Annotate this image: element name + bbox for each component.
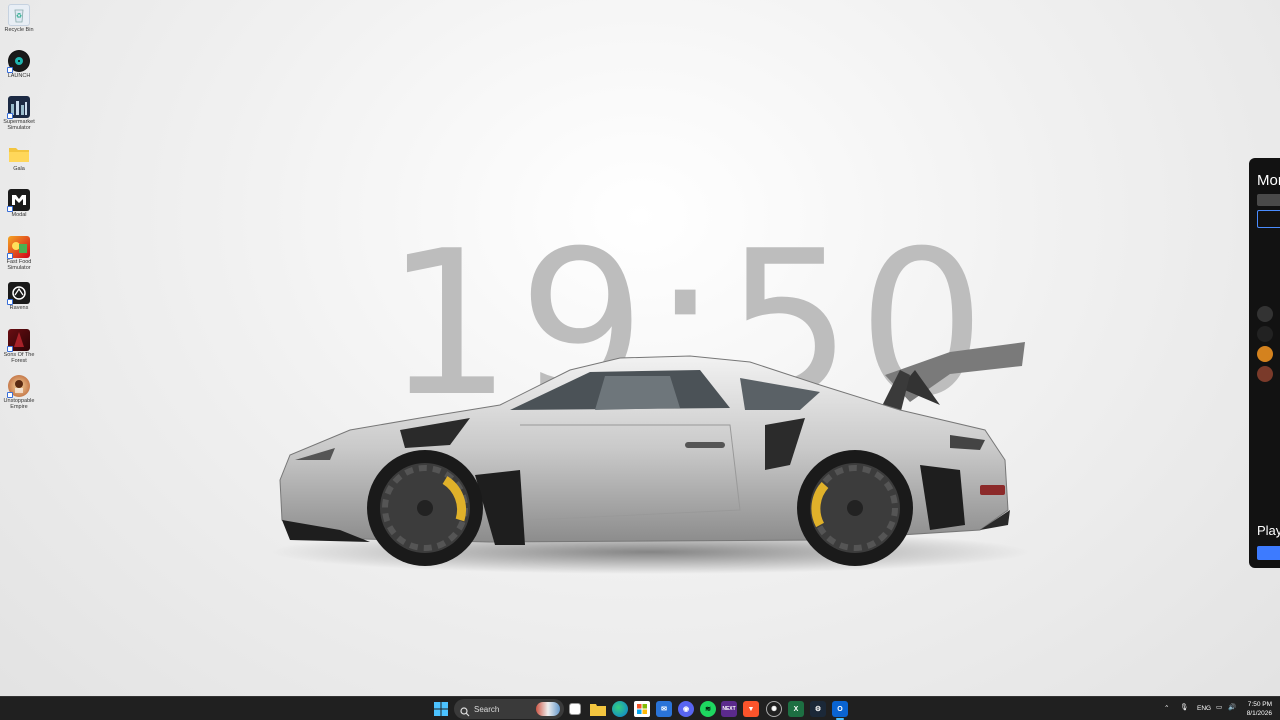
supermarket-icon [7,96,30,119]
ravens-icon [7,282,30,305]
desktop-icon-sons-of-the-forest[interactable]: Sons Of The Forest [0,329,38,364]
desktop-icon-label: Fast Food Simulator [6,259,32,271]
language-indicator[interactable]: ENG [1197,705,1211,712]
desktop-icon-label: Gala [13,166,25,172]
avatar[interactable] [1257,306,1273,322]
desktop-icon-label: Unstoppable Empire [3,398,35,410]
sons-of-the-forest-icon [7,329,30,352]
volume-icon[interactable]: 🔊 [1228,703,1236,711]
desktop-icon-label: Modal [11,212,27,218]
svg-text:♻: ♻ [16,13,22,20]
game-icon [7,375,30,398]
fast-food-icon [7,236,30,259]
folder-icon [8,143,30,165]
desktop-icon-label: Recycle Bin [4,27,34,33]
taskbar: Search ✉ ◉ ≋ NEXT ▼ ✺ X ⚙ O ⌃ 🎙 ENG ▭ 🔊 … [0,696,1280,720]
file-explorer-icon[interactable] [590,701,606,717]
avatar[interactable] [1257,366,1273,382]
store-icon[interactable] [634,701,650,717]
search-highlight-image [536,702,560,716]
wallpaper-car-image [270,342,1030,574]
task-view-icon[interactable] [569,703,581,715]
desktop-icon-unstoppable-empire[interactable]: Unstoppable Empire [0,375,38,410]
tray-clock[interactable]: 7:50 PM 8/1/2026 [1242,700,1272,718]
brave-icon[interactable]: ▼ [743,701,759,717]
desktop-icon-launch[interactable]: LAUNCH [0,50,38,79]
panel-play-label: Play [1257,523,1280,538]
desktop-icon-label: Supermarket Simulator [3,119,35,131]
recycle-bin-icon: ♻ [8,4,30,26]
panel-input[interactable] [1257,210,1280,228]
search-label: Search [474,704,500,714]
panel-bar [1257,194,1280,206]
panel-play-button[interactable] [1257,546,1280,560]
nextjs-icon[interactable]: NEXT [721,701,737,717]
side-app-panel[interactable]: Mor Play [1249,158,1280,568]
desktop-icon-label: Sons Of The Forest [3,352,35,364]
tray-time: 7:50 PM [1247,701,1272,708]
desktop-icon-fast-food-simulator[interactable]: Fast Food Simulator [0,236,38,271]
tray-overflow-chevron-icon[interactable]: ⌃ [1164,704,1169,712]
windows-start-icon[interactable] [433,701,449,717]
tray-date: 8/1/2026 [1246,710,1272,717]
spotify-icon[interactable]: ≋ [700,701,716,717]
desktop-icon-gala[interactable]: Gala [0,143,38,172]
panel-title: Mor [1257,172,1280,189]
desktop-icon-label: LAUNCH [7,73,31,79]
search-icon [460,704,470,717]
chatgpt-icon[interactable]: ✺ [766,701,782,717]
avatar[interactable] [1257,346,1273,362]
desktop-icon-label: Ravens [9,305,29,311]
outlook-icon[interactable]: O [832,701,848,717]
edge-icon[interactable] [612,701,628,717]
excel-icon[interactable]: X [788,701,804,717]
modal-logo-icon [7,189,30,212]
desktop-icon-supermarket-simulator[interactable]: Supermarket Simulator [0,96,38,131]
mail-icon[interactable]: ✉ [656,701,672,717]
desktop-icon-ravens[interactable]: Ravens [0,282,38,311]
desktop-icon-recycle-bin[interactable]: ♻ Recycle Bin [0,4,38,33]
network-icon[interactable]: ▭ [1216,703,1222,711]
steam-icon[interactable]: ⚙ [810,701,826,717]
taskbar-search[interactable]: Search [454,699,564,719]
discord-icon[interactable]: ◉ [678,701,694,717]
avatar[interactable] [1257,326,1273,342]
vinyl-disc-icon [7,50,30,73]
microphone-icon[interactable]: 🎙 [1180,703,1188,711]
desktop-icon-modal[interactable]: Modal [0,189,38,218]
